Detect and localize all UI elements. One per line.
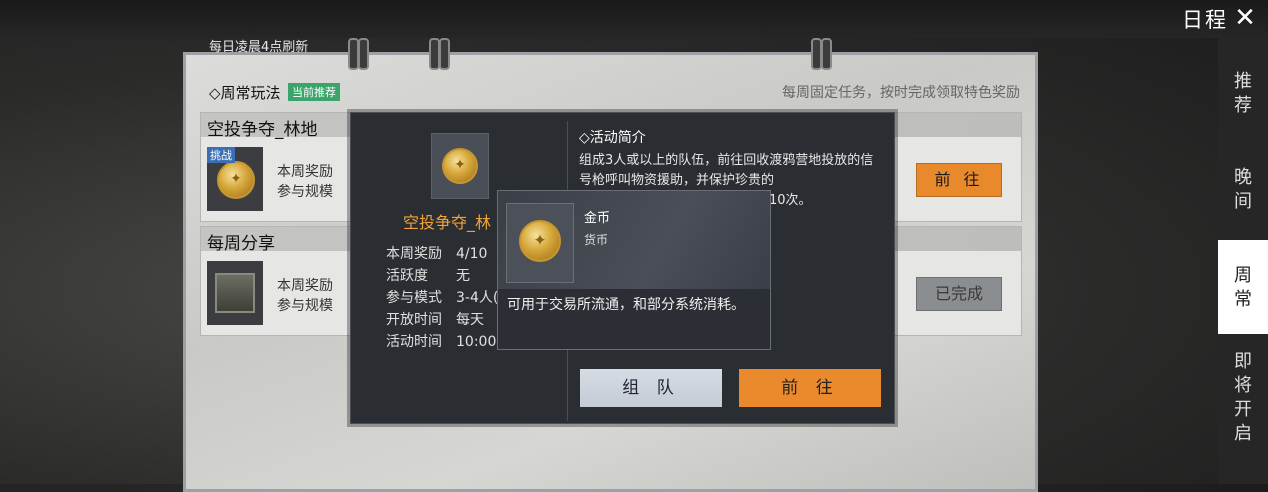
- reward-label: 本周奖励: [277, 278, 333, 294]
- side-tab-bar: 推荐 晚间 周常 即将开启: [1218, 38, 1268, 484]
- activity-name: 空投争夺_林: [403, 213, 492, 232]
- completed-button: 已完成: [916, 277, 1002, 311]
- coin-icon: [506, 203, 574, 283]
- tab-label: 晚间: [1234, 167, 1252, 212]
- reward-label: 本周奖励: [277, 164, 333, 180]
- section-title: ◇周常玩法: [209, 84, 281, 102]
- tab-upcoming[interactable]: 即将开启: [1218, 350, 1268, 450]
- close-icon[interactable]: ✕: [1230, 3, 1260, 33]
- challenge-badge: 挑战: [207, 147, 235, 163]
- top-bar: [0, 0, 1268, 38]
- item-name: 金币: [584, 211, 611, 226]
- scale-label: 参与规模: [277, 298, 333, 314]
- intro-text: 组成3人或以上的队伍，前往回收渡鸦营地投放的信号枪呼叫物资援助，并保护珍贵的: [579, 153, 874, 188]
- tab-label: 推荐: [1234, 71, 1252, 116]
- intro-text-tail: 10次。: [769, 193, 812, 208]
- section-note: 每周固定任务，按时完成领取特色奖励: [782, 85, 1020, 101]
- scale-label: 参与规模: [277, 184, 333, 200]
- item-description: 可用于交易所流通，和部分系统消耗。: [507, 297, 745, 313]
- task-name: 空投争夺_林地: [207, 120, 318, 140]
- item-type: 货币: [584, 233, 609, 247]
- goto-button[interactable]: 前 往: [916, 163, 1002, 197]
- binder-ring-icon: [345, 38, 371, 70]
- tab-recommend[interactable]: 推荐: [1218, 70, 1268, 130]
- goto-button[interactable]: 前 往: [739, 369, 881, 407]
- team-up-button[interactable]: 组 队: [580, 369, 722, 407]
- tab-evening[interactable]: 晚间: [1218, 166, 1268, 226]
- intro-title: ◇活动简介: [579, 130, 646, 146]
- tab-label: 周常: [1234, 265, 1252, 310]
- info-row: 参与模式 3-4人(: [386, 290, 499, 306]
- crate-icon: [207, 261, 263, 325]
- tab-label: 即将开启: [1234, 351, 1252, 444]
- info-row: 活跃度无: [386, 268, 470, 284]
- info-row: 本周奖励 4/10: [386, 246, 488, 262]
- tab-weekly[interactable]: 周常: [1218, 240, 1268, 334]
- recommend-badge: 当前推荐: [288, 83, 340, 101]
- binder-ring-icon: [808, 38, 834, 70]
- binder-ring-icon: [426, 38, 452, 70]
- item-tooltip: 金币 货币 可用于交易所流通，和部分系统消耗。: [497, 190, 771, 350]
- info-row: 开放时间 每天: [386, 312, 484, 328]
- info-row: 活动时间 10:00-: [386, 334, 502, 350]
- task-name: 每周分享: [207, 234, 275, 254]
- page-title: 日程: [1182, 8, 1228, 32]
- refresh-note: 每日凌晨4点刷新: [209, 40, 309, 55]
- coin-icon: [431, 133, 489, 199]
